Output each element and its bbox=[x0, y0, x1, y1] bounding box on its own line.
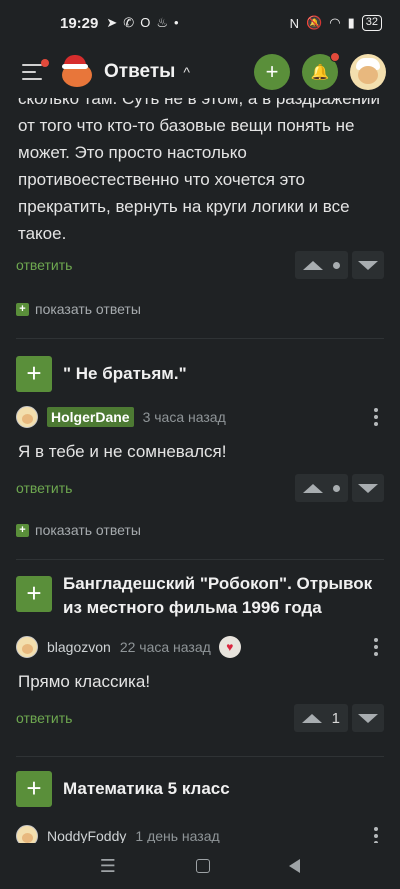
notification-dot bbox=[330, 52, 340, 62]
author-row: HolgerDane 3 часа назад bbox=[0, 400, 400, 434]
page-title[interactable]: Ответы bbox=[104, 61, 175, 83]
comment-text: сколько там. Суть не в этом, а в раздраж… bbox=[18, 98, 381, 243]
divider bbox=[16, 338, 384, 339]
post-title[interactable]: " Не братьям." bbox=[63, 356, 187, 386]
comment-text: Прямо классика! bbox=[18, 672, 151, 691]
reply-link[interactable]: ответить bbox=[16, 257, 72, 273]
post-header: + " Не братьям." bbox=[0, 356, 400, 392]
status-bar: 19:29 ➤ ✆ O ♨ • N 🔕 ◠ ▮ 32 bbox=[0, 0, 400, 46]
mute-icon: 🔕 bbox=[306, 15, 323, 30]
vote-controls: 1 bbox=[293, 704, 384, 732]
add-post-button[interactable]: + bbox=[254, 54, 290, 90]
upvote-icon[interactable] bbox=[301, 713, 322, 723]
back-icon[interactable] bbox=[289, 859, 301, 873]
app-bar: Ответы ^ + 🔔 bbox=[0, 46, 400, 98]
avatar[interactable] bbox=[16, 406, 38, 428]
bell-icon: 🔔 bbox=[310, 64, 330, 81]
timestamp: 22 часа назад bbox=[119, 639, 211, 655]
recent-apps-icon[interactable]: ☰ bbox=[100, 856, 116, 877]
show-replies-label: показать ответы bbox=[35, 522, 141, 538]
dot-icon: • bbox=[173, 15, 179, 30]
system-nav-bar: ☰ bbox=[0, 843, 400, 889]
reply-link[interactable]: ответить bbox=[16, 710, 72, 726]
upvote-icon[interactable] bbox=[303, 483, 323, 493]
whatsapp-icon: ✆ bbox=[123, 15, 135, 30]
reply-link[interactable]: ответить bbox=[16, 480, 72, 496]
vote-dot bbox=[333, 261, 340, 269]
fire-icon: ♨ bbox=[156, 15, 168, 30]
menu-icon[interactable] bbox=[22, 63, 44, 81]
more-options-icon[interactable] bbox=[368, 638, 384, 656]
avatar[interactable] bbox=[16, 636, 38, 658]
site-logo[interactable] bbox=[58, 53, 96, 91]
notifications-button[interactable]: 🔔 bbox=[302, 52, 340, 90]
signal-icon: ▮ bbox=[347, 15, 355, 30]
telegram-icon: ➤ bbox=[106, 15, 118, 30]
battery-icon: 32 bbox=[361, 15, 382, 31]
comment-text: Я в тебе и не сомневался! bbox=[18, 442, 227, 461]
downvote-icon[interactable] bbox=[358, 260, 378, 270]
status-notification-icons: ➤ ✆ O ♨ • bbox=[106, 15, 178, 31]
timestamp: 3 часа назад bbox=[142, 409, 226, 425]
comment-actions: ответить 1 bbox=[0, 702, 400, 734]
post-header: + Бангладешский "Робокоп". Отрывок из ме… bbox=[0, 572, 400, 620]
author-name[interactable]: HolgerDane bbox=[47, 407, 134, 427]
vote-controls bbox=[295, 251, 384, 279]
wifi-icon: ◠ bbox=[329, 15, 341, 30]
downvote-icon[interactable] bbox=[358, 713, 378, 723]
avatar[interactable] bbox=[16, 825, 38, 843]
downvote-icon[interactable] bbox=[358, 483, 378, 493]
author-name[interactable]: blagozvon bbox=[47, 639, 111, 655]
divider bbox=[16, 756, 384, 757]
expand-post-button[interactable]: + bbox=[16, 576, 52, 612]
nfc-icon: N bbox=[289, 15, 300, 31]
opera-icon: O bbox=[140, 15, 151, 30]
heart-award-icon[interactable]: ♥ bbox=[218, 636, 241, 658]
profile-avatar[interactable] bbox=[350, 54, 386, 90]
vote-controls bbox=[295, 474, 384, 502]
upvote-icon[interactable] bbox=[303, 260, 323, 270]
plus-icon: + bbox=[265, 59, 279, 84]
post-title[interactable]: Математика 5 класс bbox=[63, 771, 230, 801]
divider bbox=[16, 559, 384, 560]
show-replies-button[interactable]: + показать ответы bbox=[0, 515, 400, 545]
expand-post-button[interactable]: + bbox=[16, 356, 52, 392]
vote-dot bbox=[333, 484, 340, 492]
show-replies-label: показать ответы bbox=[35, 301, 141, 317]
home-icon[interactable] bbox=[195, 859, 210, 873]
chevron-up-icon[interactable]: ^ bbox=[183, 64, 190, 80]
comment-actions: ответить bbox=[0, 249, 400, 281]
author-name[interactable]: NoddyFoddy bbox=[47, 828, 126, 843]
plus-square-icon: + bbox=[16, 523, 29, 537]
post-title[interactable]: Бангладешский "Робокоп". Отрывок из мест… bbox=[63, 572, 384, 620]
comments-feed: сколько там. Суть не в этом, а в раздраж… bbox=[0, 98, 400, 843]
post-header: + Математика 5 класс bbox=[0, 771, 400, 807]
timestamp: 1 день назад bbox=[135, 828, 220, 843]
status-system-icons: N 🔕 ◠ ▮ 32 bbox=[290, 15, 382, 31]
author-row: NoddyFoddy 1 день назад bbox=[0, 819, 400, 843]
vote-count: 1 bbox=[331, 709, 340, 727]
show-replies-button[interactable]: + показать ответы bbox=[0, 294, 400, 324]
more-options-icon[interactable] bbox=[368, 827, 384, 843]
plus-square-icon: + bbox=[16, 302, 29, 316]
author-row: blagozvon 22 часа назад ♥ bbox=[0, 630, 400, 664]
menu-notification-dot bbox=[41, 59, 49, 67]
comment-actions: ответить bbox=[0, 472, 400, 504]
more-options-icon[interactable] bbox=[368, 408, 384, 426]
status-time: 19:29 bbox=[60, 14, 99, 32]
expand-post-button[interactable]: + bbox=[16, 771, 52, 807]
